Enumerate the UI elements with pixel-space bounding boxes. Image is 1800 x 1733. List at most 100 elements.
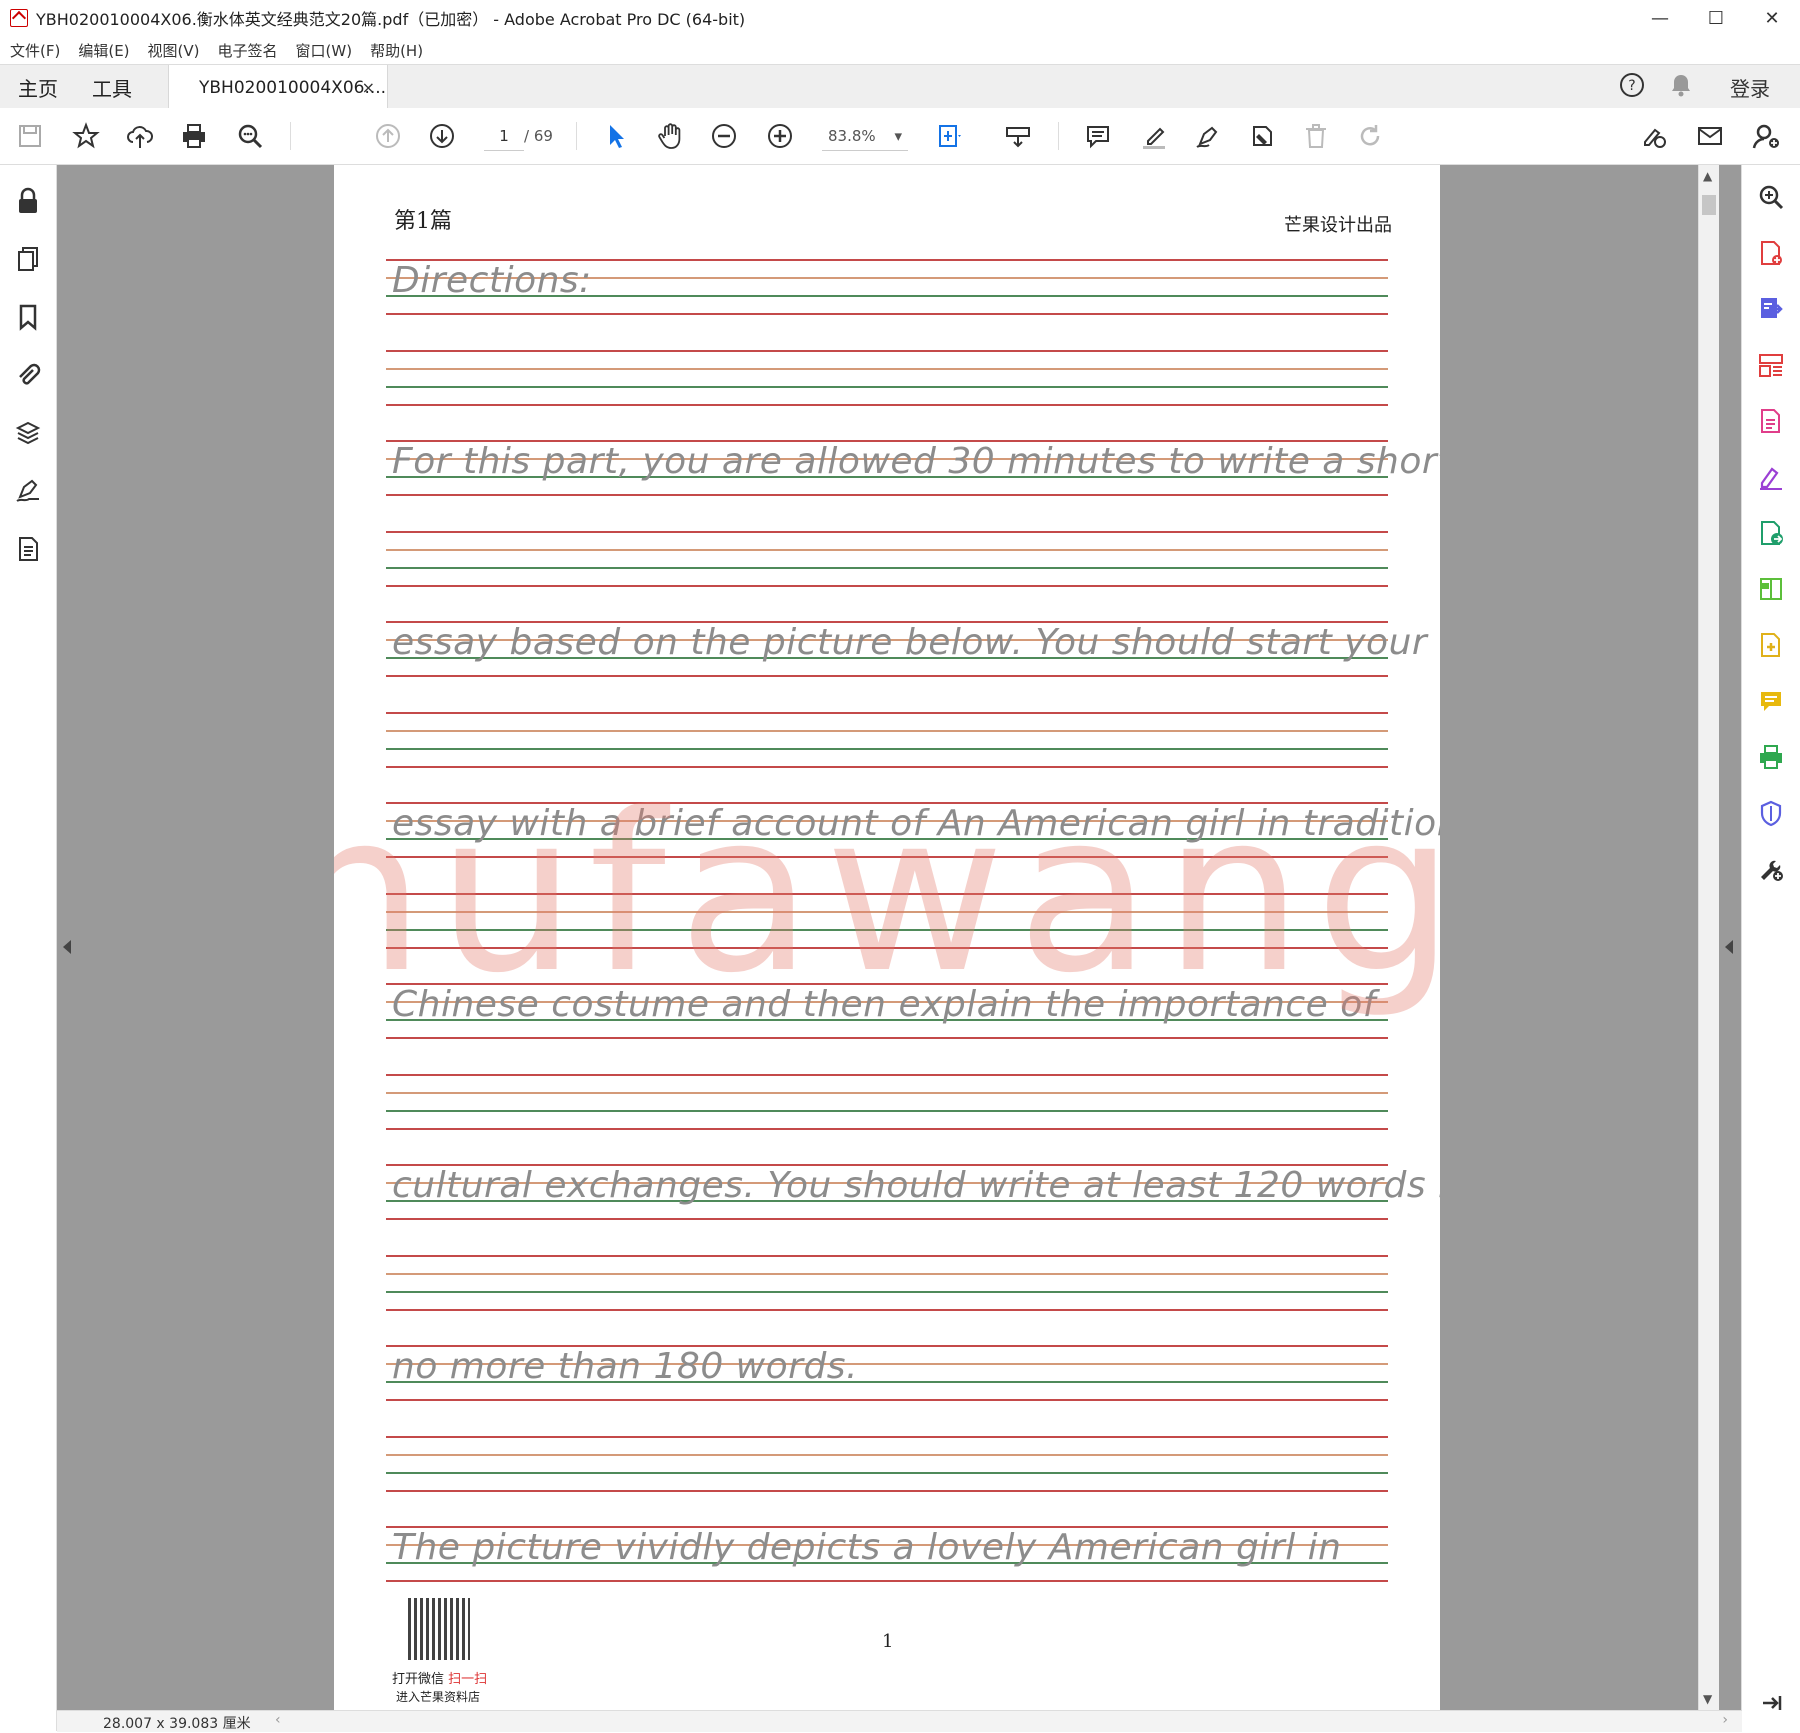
delete-icon[interactable]	[1300, 120, 1332, 152]
ruling-line	[386, 548, 1388, 551]
vertical-scrollbar[interactable]: ▲ ▼	[1698, 165, 1719, 1710]
lock-icon[interactable]	[12, 185, 44, 217]
chevron-down-icon[interactable]: ▾	[894, 122, 902, 150]
fill-sign-icon[interactable]	[1638, 120, 1670, 152]
practice-line-block: The picture vividly depicts a lovely Ame…	[386, 1526, 1388, 1586]
zoom-search-icon[interactable]	[1755, 181, 1787, 213]
rotate-icon[interactable]	[1354, 120, 1386, 152]
pdf-page: 第1篇 芒果设计出品 Directions: For this part, you…	[334, 165, 1440, 1710]
page-number-input[interactable]: 1	[484, 122, 524, 151]
scroll-right-arrow-icon[interactable]: ›	[1722, 1712, 1728, 1728]
print-production-icon[interactable]	[1755, 741, 1787, 773]
practice-line-block: essay based on the picture below. You sh…	[386, 621, 1427, 681]
share-user-icon[interactable]	[1750, 120, 1782, 152]
zoom-level-field[interactable]: 83.8% ▾	[822, 122, 908, 151]
select-cursor-icon[interactable]	[600, 120, 632, 152]
ruling-line	[386, 1435, 1388, 1438]
ruling-line	[386, 747, 1388, 750]
cloud-upload-icon[interactable]	[124, 120, 156, 152]
zoom-out-icon[interactable]	[708, 120, 740, 152]
next-page-icon[interactable]	[426, 120, 458, 152]
ruling-line	[386, 1037, 1388, 1039]
menu-file[interactable]: 文件(F)	[10, 40, 60, 61]
highlighter-icon[interactable]	[1138, 120, 1170, 152]
scroll-down-arrow-icon[interactable]: ▼	[1703, 1692, 1712, 1706]
close-tab-button[interactable]: ×	[362, 78, 375, 97]
tracing-text: essay based on the picture below. You sh…	[392, 622, 1428, 663]
scroll-up-arrow-icon[interactable]: ▲	[1703, 169, 1712, 183]
ruling-line	[386, 856, 1388, 858]
scrollbar-thumb[interactable]	[1702, 195, 1716, 215]
zoom-in-icon[interactable]	[764, 120, 796, 152]
menu-edit[interactable]: 编辑(E)	[78, 40, 129, 61]
ruling-line	[386, 928, 1388, 931]
fill-and-sign-icon[interactable]	[1755, 461, 1787, 493]
page-header-brand: 芒果设计出品	[1284, 215, 1392, 236]
practice-line-block: cultural exchanges. You should write at …	[386, 1164, 1440, 1224]
help-icon[interactable]: ?	[1618, 71, 1646, 103]
tab-home[interactable]: 主页	[18, 65, 58, 109]
export-pdf-icon[interactable]	[1755, 293, 1787, 325]
tracing-text: Directions:	[392, 260, 592, 301]
bookmark-icon[interactable]	[12, 301, 44, 333]
zoom-level-value: 83.8%	[828, 127, 876, 145]
attachment-icon[interactable]	[12, 359, 44, 391]
close-window-button[interactable]: ✕	[1744, 0, 1800, 36]
mail-icon[interactable]	[1694, 120, 1726, 152]
keyboard-icon[interactable]	[1002, 120, 1034, 152]
star-icon[interactable]	[70, 120, 102, 152]
organize-pages-icon[interactable]	[1755, 349, 1787, 381]
comment-tool-icon[interactable]	[1755, 685, 1787, 717]
ruling-line	[386, 1272, 1388, 1275]
right-tools-panel	[1741, 165, 1800, 1731]
send-for-review-icon[interactable]	[1755, 517, 1787, 549]
expand-left-panel-icon[interactable]	[63, 940, 71, 954]
scroll-left-arrow-icon[interactable]: ‹	[275, 1712, 281, 1728]
ruling-line	[386, 910, 1388, 913]
tab-document[interactable]: YBH020010004X06.... ×	[168, 65, 388, 110]
hand-tool-icon[interactable]	[654, 120, 686, 152]
ruling-line	[386, 892, 1388, 895]
combine-files-icon[interactable]	[1755, 629, 1787, 661]
tab-tools[interactable]: 工具	[92, 65, 132, 109]
ruling-line	[386, 1399, 1388, 1401]
menu-help[interactable]: 帮助(H)	[370, 40, 423, 61]
menu-view[interactable]: 视图(V)	[148, 40, 200, 61]
more-tools-icon[interactable]	[1755, 853, 1787, 885]
layers-icon[interactable]	[12, 417, 44, 449]
ruling-line	[386, 1254, 1388, 1257]
notification-bell-icon[interactable]	[1668, 72, 1694, 102]
edit-pdf-icon[interactable]	[1755, 405, 1787, 437]
practice-line-block: For this part, you are allowed 30 minute…	[386, 440, 1440, 500]
previous-page-icon[interactable]	[372, 120, 404, 152]
fit-page-icon[interactable]	[934, 120, 966, 152]
ruling-line	[386, 566, 1388, 569]
tracing-text: For this part, you are allowed 30 minute…	[392, 441, 1440, 482]
signature-icon[interactable]	[12, 475, 44, 507]
sign-pen-icon[interactable]	[1192, 120, 1224, 152]
document-properties-icon[interactable]	[12, 533, 44, 565]
search-zoom-icon[interactable]	[234, 120, 266, 152]
maximize-button[interactable]: ☐	[1688, 0, 1744, 36]
menu-bar: 文件(F) 编辑(E) 视图(V) 电子签名 窗口(W) 帮助(H)	[0, 36, 1800, 64]
left-navigation-panel	[0, 165, 57, 1731]
compare-files-icon[interactable]	[1755, 573, 1787, 605]
comment-icon[interactable]	[1082, 120, 1114, 152]
create-pdf-icon[interactable]	[1755, 237, 1787, 269]
page-thumbnails-icon[interactable]	[12, 243, 44, 275]
ruling-line	[386, 946, 1388, 949]
acrobat-app-icon	[10, 9, 28, 27]
protect-shield-icon[interactable]	[1755, 797, 1787, 829]
ruling-line	[386, 385, 1388, 388]
print-icon[interactable]	[178, 120, 210, 152]
collapse-panel-icon[interactable]	[1755, 1687, 1787, 1719]
expand-right-panel-icon[interactable]	[1725, 940, 1733, 954]
menu-esign[interactable]: 电子签名	[218, 40, 278, 61]
qr-caption-store: 进入芒果资料店	[396, 1690, 481, 1704]
save-icon[interactable]	[14, 120, 46, 152]
menu-window[interactable]: 窗口(W)	[296, 40, 353, 61]
tracing-text: The picture vividly depicts a lovely Ame…	[392, 1527, 1342, 1568]
minimize-button[interactable]: —	[1632, 0, 1688, 36]
stamp-icon[interactable]	[1246, 120, 1278, 152]
signin-button[interactable]: 登录	[1730, 73, 1770, 102]
